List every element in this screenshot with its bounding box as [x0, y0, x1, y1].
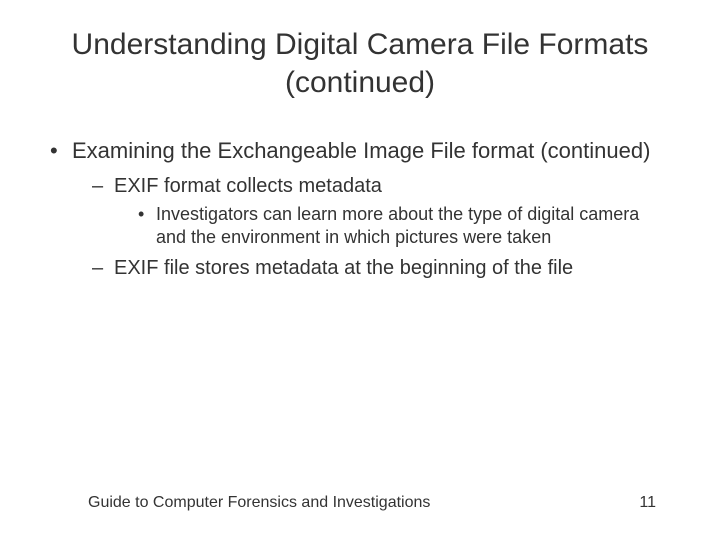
slide-title: Understanding Digital Camera File Format…	[50, 26, 670, 101]
footer: Guide to Computer Forensics and Investig…	[88, 494, 656, 512]
bullet-item: Examining the Exchangeable Image File fo…	[50, 137, 670, 281]
bullet-text: Examining the Exchangeable Image File fo…	[72, 138, 650, 163]
footer-text: Guide to Computer Forensics and Investig…	[88, 494, 430, 512]
bullet-text: Investigators can learn more about the t…	[156, 204, 639, 247]
bullet-text: EXIF file stores metadata at the beginni…	[114, 257, 573, 279]
bullet-item: EXIF file stores metadata at the beginni…	[92, 255, 670, 281]
bullet-item: EXIF format collects metadata Investigat…	[92, 173, 670, 250]
slide: Understanding Digital Camera File Format…	[0, 0, 720, 540]
bullet-list: Examining the Exchangeable Image File fo…	[50, 137, 670, 281]
bullet-list-level2: EXIF format collects metadata Investigat…	[92, 173, 670, 282]
bullet-item: Investigators can learn more about the t…	[138, 203, 670, 250]
bullet-text: EXIF format collects metadata	[114, 175, 382, 197]
bullet-list-level3: Investigators can learn more about the t…	[138, 203, 670, 250]
page-number: 11	[639, 494, 656, 512]
